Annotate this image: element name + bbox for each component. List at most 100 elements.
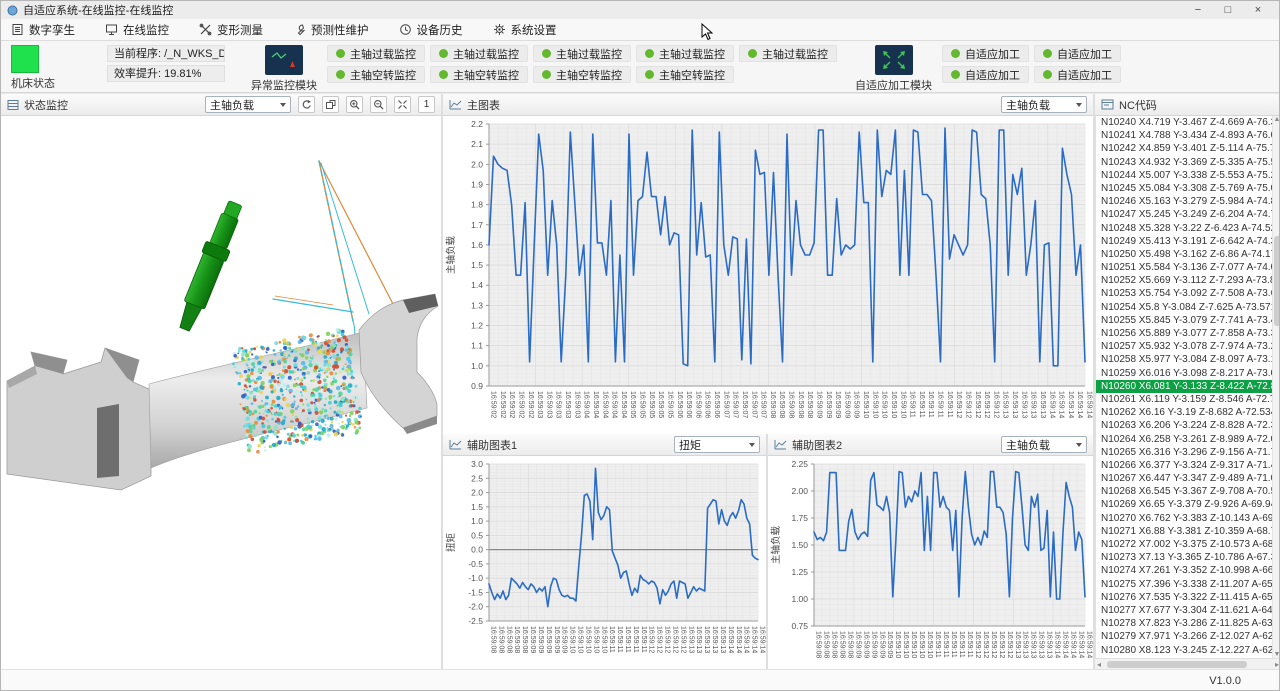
overload-monitor-button[interactable]: 主轴过载监控	[327, 45, 425, 62]
minimize-button[interactable]: −	[1183, 4, 1213, 16]
svg-text:16:59:10: 16:59:10	[881, 391, 888, 418]
nc-code-line[interactable]: N10255 X5.845 Y-3.079 Z-7.741 A-73.458	[1096, 314, 1280, 327]
nc-code-line[interactable]: N10241 X4.788 Y-3.434 Z-4.893 A-76.062	[1096, 129, 1280, 142]
svg-text:16:59:09: 16:59:09	[854, 631, 861, 658]
svg-text:16:59:10: 16:59:10	[890, 391, 897, 418]
nc-code-line[interactable]: N10271 X6.88 Y-3.381 Z-10.359 A-68.711	[1096, 525, 1280, 538]
nc-code-line[interactable]: N10240 X4.719 Y-3.467 Z-4.669 A-76.396	[1096, 116, 1280, 129]
button-label: 主轴过载监控	[350, 46, 416, 62]
nc-code-line[interactable]: N10258 X5.977 Y-3.084 Z-8.097 A-73.138	[1096, 353, 1280, 366]
scrollbar-thumb[interactable]	[1274, 236, 1280, 326]
anomaly-module[interactable]: 异常监控模块	[251, 45, 317, 93]
page-number-box[interactable]: 1	[418, 96, 435, 113]
nc-code-line[interactable]: N10244 X5.007 Y-3.338 Z-5.553 A-75.297	[1096, 169, 1280, 182]
overload-monitor-button[interactable]: 主轴过载监控	[430, 45, 528, 62]
button-label: 自适应加工	[965, 67, 1020, 83]
svg-text:16:59:02: 16:59:02	[499, 391, 506, 418]
nc-code-line[interactable]: N10254 X5.8 Y-3.084 Z-7.625 A-73.571 C	[1096, 301, 1280, 314]
scrollbar-thumb[interactable]	[1107, 661, 1247, 668]
aux1-signal-dropdown[interactable]: 扭矩	[674, 436, 760, 453]
nc-code-line[interactable]: N10251 X5.584 Y-3.136 Z-7.077 A-74.012	[1096, 261, 1280, 274]
adaptive-machining-button[interactable]: 自适应加工	[1034, 45, 1121, 62]
reset-view-button[interactable]	[322, 96, 339, 113]
idle-monitor-button[interactable]: 主轴空转监控	[327, 66, 425, 83]
idle-monitor-button[interactable]: 主轴空转监控	[430, 66, 528, 83]
nc-code-line[interactable]: N10256 X5.889 Y-3.077 Z-7.858 A-73.348	[1096, 327, 1280, 340]
nc-code-line[interactable]: N10272 X7.002 Y-3.375 Z-10.573 A-68.05	[1096, 538, 1280, 551]
nc-code-line[interactable]: N10262 X6.16 Y-3.19 Z-8.682 A-72.534 C	[1096, 406, 1280, 419]
aux2-signal-dropdown[interactable]: 主轴负载	[1001, 436, 1087, 453]
nc-code-line[interactable]: N10250 X5.498 Y-3.162 Z-6.86 A-74.178 C	[1096, 248, 1280, 261]
nc-code-line[interactable]: N10273 X7.13 Y-3.365 Z-10.786 A-67.372	[1096, 551, 1280, 564]
adaptive-machining-button[interactable]: 自适应加工	[942, 45, 1029, 62]
main-chart-signal-dropdown[interactable]: 主轴负载	[1001, 96, 1087, 113]
menu-item-deformation-measure[interactable]: 变形测量	[199, 22, 263, 38]
nc-code-line[interactable]: N10242 X4.859 Y-3.401 Z-5.114 A-75.775	[1096, 142, 1280, 155]
idle-monitor-button[interactable]: 主轴空转监控	[636, 66, 734, 83]
nc-code-line[interactable]: N10259 X6.016 Y-3.098 Z-8.217 A-73.036	[1096, 367, 1280, 380]
nc-code-line[interactable]: N10270 X6.762 Y-3.383 Z-10.143 A-69.34	[1096, 512, 1280, 525]
nc-code-line[interactable]: N10246 X5.163 Y-3.279 Z-5.984 A-74.892	[1096, 195, 1280, 208]
nc-code-line[interactable]: N10257 X5.932 Y-3.078 Z-7.974 A-73.243	[1096, 340, 1280, 353]
zoom-in-button[interactable]	[346, 96, 363, 113]
adaptive-machining-button[interactable]: 自适应加工	[1034, 66, 1121, 83]
flange	[359, 294, 438, 434]
nc-code-line[interactable]: N10260 X6.081 Y-3.133 Z-8.422 A-72.835	[1096, 380, 1280, 393]
vertical-scrollbar[interactable]: ▲▼	[1272, 116, 1280, 658]
nc-code-line[interactable]: N10274 X7.261 Y-3.352 Z-10.998 A-66.67	[1096, 564, 1280, 577]
rotate-left-button[interactable]	[298, 96, 315, 113]
overload-monitor-button[interactable]: 主轴过载监控	[636, 45, 734, 62]
nc-code-line[interactable]: N10243 X4.932 Y-3.369 Z-5.335 A-75.523	[1096, 156, 1280, 169]
menu-item-online-monitoring[interactable]: 在线监控	[105, 22, 169, 38]
nc-code-line[interactable]: N10280 X8.123 Y-3.245 Z-12.227 A-62.23	[1096, 644, 1280, 657]
scroll-left-icon[interactable]: ◂	[1097, 660, 1101, 669]
nc-code-line[interactable]: N10247 X5.245 Y-3.249 Z-6.204 A-74.701	[1096, 208, 1280, 221]
nc-code-line[interactable]: N10261 X6.119 Y-3.159 Z-8.546 A-72.701	[1096, 393, 1280, 406]
svg-text:16:59:14: 16:59:14	[1067, 391, 1074, 418]
nc-code-line[interactable]: N10279 X7.971 Y-3.266 Z-12.027 A-62.98	[1096, 630, 1280, 643]
overload-monitor-button[interactable]: 主轴过载监控	[533, 45, 631, 62]
close-button[interactable]: ×	[1243, 4, 1273, 16]
scroll-right-icon[interactable]: ▸	[1275, 660, 1279, 669]
nc-code-line[interactable]: N10253 X5.754 Y-3.092 Z-7.508 A-73.677	[1096, 287, 1280, 300]
nc-code-line[interactable]: N10268 X6.545 Y-3.367 Z-9.708 A-70.519	[1096, 485, 1280, 498]
nc-code-line[interactable]: N10249 X5.413 Y-3.191 Z-6.642 A-74.346	[1096, 235, 1280, 248]
nc-code-line[interactable]: N10265 X6.316 Y-3.296 Z-9.156 A-71.771	[1096, 446, 1280, 459]
3d-model-viewport[interactable]	[1, 116, 441, 674]
menu-item-digital-twin[interactable]: 数字孪生	[11, 22, 75, 38]
nc-code-line[interactable]: N10266 X6.377 Y-3.324 Z-9.317 A-71.443	[1096, 459, 1280, 472]
fit-view-button[interactable]	[394, 96, 411, 113]
svg-text:16:59:08: 16:59:08	[505, 626, 512, 653]
svg-text:16:59:13: 16:59:13	[1002, 391, 1009, 418]
idle-monitor-button[interactable]: 主轴空转监控	[533, 66, 631, 83]
nc-code-line[interactable]: N10276 X7.535 Y-3.322 Z-11.415 A-65.22	[1096, 591, 1280, 604]
nc-code-line[interactable]: N10275 X7.396 Y-3.338 Z-11.207 A-65.95	[1096, 578, 1280, 591]
nc-code-line[interactable]: N10252 X5.669 Y-3.112 Z-7.293 A-73.844	[1096, 274, 1280, 287]
nc-code-line[interactable]: N10248 X5.328 Y-3.22 Z-6.423 A-74.52 C	[1096, 222, 1280, 235]
status-dot-icon	[951, 49, 960, 58]
zoom-out-button[interactable]	[370, 96, 387, 113]
nc-code-list[interactable]: N10240 X4.719 Y-3.467 Z-4.669 A-76.396N1…	[1095, 116, 1280, 658]
nc-code-line[interactable]: N10264 X6.258 Y-3.261 Z-8.989 A-72.072	[1096, 433, 1280, 446]
svg-text:16:59:04: 16:59:04	[601, 391, 608, 418]
nc-code-line[interactable]: N10263 X6.206 Y-3.224 Z-8.828 A-72.33 C	[1096, 419, 1280, 432]
nc-code-line[interactable]: N10267 X6.447 Y-3.347 Z-9.489 A-71.055	[1096, 472, 1280, 485]
menu-item-device-history[interactable]: 设备历史	[399, 22, 463, 38]
horizontal-scrollbar[interactable]: ◂ ▸	[1095, 658, 1280, 669]
maximize-button[interactable]: □	[1213, 4, 1243, 16]
nc-code-line[interactable]: N10277 X7.677 Y-3.304 Z-11.621 A-64.48	[1096, 604, 1280, 617]
dropdown-value: 主轴负载	[210, 97, 254, 113]
nc-code-line[interactable]: N10245 X5.084 Y-3.308 Z-5.769 A-75.088	[1096, 182, 1280, 195]
left-signal-dropdown[interactable]: 主轴负载	[205, 96, 291, 113]
adaptive-machining-button[interactable]: 自适应加工	[942, 66, 1029, 83]
svg-text:16:59:07: 16:59:07	[722, 391, 729, 418]
overload-monitor-button[interactable]: 主轴过载监控	[739, 45, 837, 62]
svg-text:16:59:14: 16:59:14	[1086, 631, 1093, 658]
nc-code-line[interactable]: N10278 X7.823 Y-3.286 Z-11.825 A-63.73	[1096, 617, 1280, 630]
menu-item-system-settings[interactable]: 系统设置	[493, 22, 557, 38]
adaptive-module[interactable]: 自适应加工模块	[855, 45, 932, 93]
menu-item-predictive-maintenance[interactable]: 预测性维护	[293, 22, 369, 38]
svg-text:-1.5: -1.5	[468, 587, 483, 597]
svg-text:16:59:13: 16:59:13	[703, 626, 710, 653]
nc-code-line[interactable]: N10269 X6.65 Y-3.379 Z-9.926 A-69.947 C	[1096, 498, 1280, 511]
